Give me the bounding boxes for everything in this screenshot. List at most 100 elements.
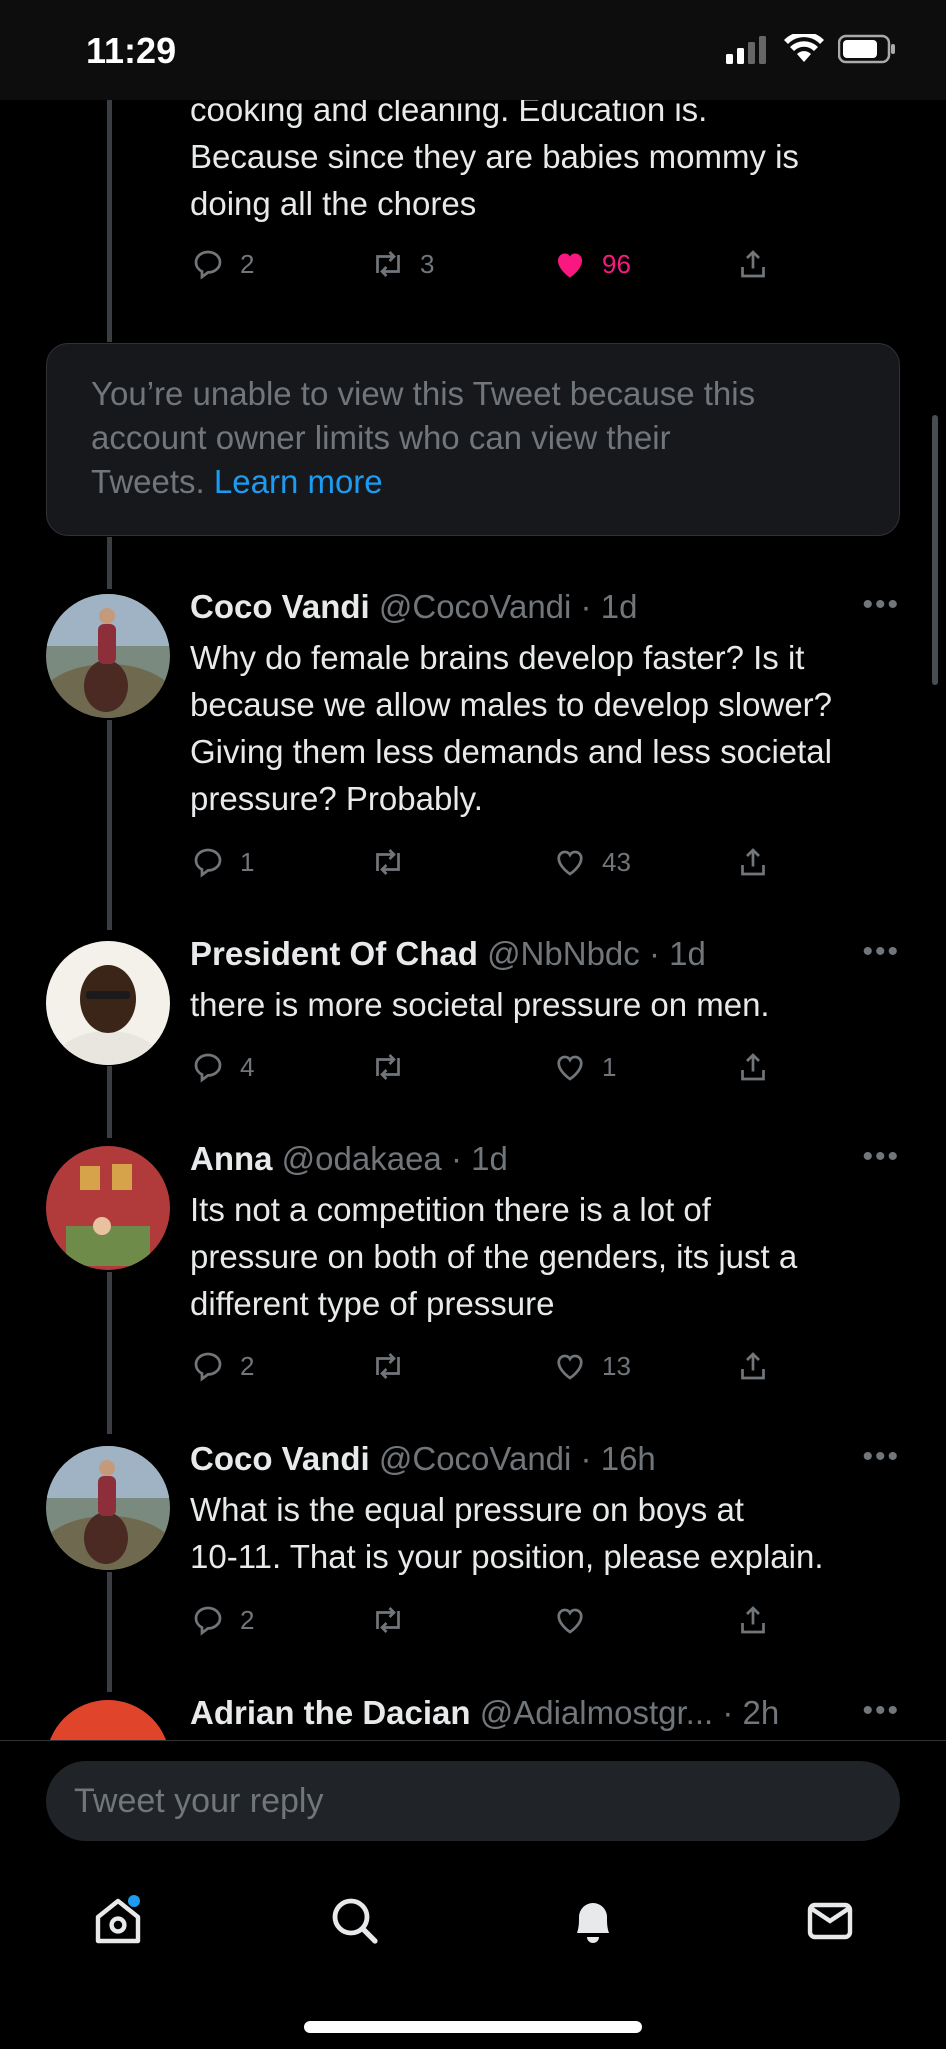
retweet-icon: [376, 1607, 400, 1633]
avatar[interactable]: [46, 1700, 170, 1740]
reply-button[interactable]: 2: [190, 1600, 254, 1640]
avatar-painting-image: [46, 1146, 170, 1270]
timestamp: 1d: [600, 588, 638, 625]
reply-icon: [194, 848, 222, 878]
tab-bar: [0, 1891, 946, 1971]
avatar-horse-rider-image: [46, 1446, 170, 1570]
tweet-text: Why do female brains develop faster? Is …: [190, 639, 833, 817]
search-icon: [332, 1898, 378, 1944]
tweet-text: Its not a competition there is a lot of …: [190, 1191, 798, 1322]
heart-icon: [557, 850, 583, 876]
avatar-portrait-image: [46, 941, 170, 1065]
like-button[interactable]: 96: [552, 244, 631, 284]
reply-button[interactable]: 1: [190, 842, 254, 882]
retweet-icon: [376, 1054, 400, 1080]
share-button[interactable]: [735, 1047, 771, 1087]
avatar[interactable]: [46, 1146, 170, 1270]
heart-filled-icon: [558, 253, 582, 278]
tab-search[interactable]: [325, 1891, 385, 1951]
share-icon: [741, 1053, 765, 1081]
username[interactable]: @Adialmostgr...: [480, 1694, 713, 1731]
status-icons: [726, 34, 896, 64]
timestamp: 2h: [742, 1694, 780, 1731]
timestamp: 1d: [669, 935, 706, 972]
avatar[interactable]: [46, 941, 170, 1065]
more-options-button[interactable]: •••: [862, 935, 900, 969]
tweet-header: Coco Vandi @CocoVandi · 16h: [190, 1440, 656, 1477]
reply-icon: [194, 1606, 222, 1636]
home-indicator: [304, 2021, 642, 2033]
tweet-text: cooking and cleaning. Education is. Beca…: [190, 91, 799, 222]
retweet-button[interactable]: [370, 1600, 406, 1640]
like-button[interactable]: 43: [552, 842, 631, 882]
retweet-button[interactable]: [370, 842, 406, 882]
display-name[interactable]: Coco Vandi: [190, 588, 370, 625]
tweet-header: Adrian the Dacian @Adialmostgr... · 2h: [190, 1694, 780, 1731]
display-name[interactable]: Coco Vandi: [190, 1440, 370, 1477]
tweet-text: there is more societal pressure on men.: [190, 986, 770, 1023]
tab-home[interactable]: [88, 1891, 148, 1951]
reply-icon: [194, 1352, 222, 1382]
share-button[interactable]: [735, 1346, 771, 1386]
avatar[interactable]: [46, 594, 170, 718]
tweet[interactable]: Adrian the Dacian @Adialmostgr... · 2h •…: [0, 1694, 946, 1740]
display-name[interactable]: President Of Chad: [190, 935, 478, 972]
retweet-button[interactable]: [370, 1047, 406, 1087]
more-options-button[interactable]: •••: [862, 1440, 900, 1474]
thread-line: [107, 1572, 112, 1692]
share-button[interactable]: [735, 1600, 771, 1640]
tweet-actions: 2 13: [190, 1346, 790, 1386]
display-name[interactable]: Anna: [190, 1140, 273, 1177]
share-button[interactable]: [735, 842, 771, 882]
avatar[interactable]: [46, 1446, 170, 1570]
retweet-icon: [376, 251, 400, 277]
reply-button[interactable]: 4: [190, 1047, 254, 1087]
share-icon: [741, 848, 765, 876]
status-bar: 11:29: [0, 0, 946, 100]
username[interactable]: @NbNbdc: [487, 935, 640, 972]
signal-icon: [726, 36, 766, 64]
share-icon: [741, 250, 765, 278]
share-button[interactable]: [735, 244, 771, 284]
username[interactable]: @odakaea: [282, 1140, 442, 1177]
timestamp: 1d: [471, 1140, 508, 1177]
wifi-icon: [784, 34, 824, 62]
more-options-button[interactable]: •••: [862, 588, 900, 622]
retweet-button[interactable]: 3: [370, 244, 434, 284]
heart-icon: [557, 1055, 583, 1081]
bottom-area: Tweet your reply: [0, 1740, 946, 2049]
thread-line: [107, 100, 112, 342]
tweet-header: Anna @odakaea · 1d: [190, 1140, 508, 1177]
like-button[interactable]: [552, 1600, 588, 1640]
share-icon: [741, 1606, 765, 1634]
reply-button[interactable]: 2: [190, 244, 254, 284]
learn-more-link[interactable]: Learn more: [214, 463, 383, 500]
status-time: 11:29: [86, 30, 177, 71]
home-icon: [95, 1895, 141, 1944]
thread-line: [107, 1066, 112, 1138]
reply-input[interactable]: Tweet your reply: [46, 1761, 900, 1841]
tab-notifications[interactable]: [563, 1891, 623, 1951]
thread-line: [107, 720, 112, 930]
like-button[interactable]: 1: [552, 1047, 616, 1087]
protected-tweet-notice: You’re unable to view this Tweet because…: [46, 343, 900, 536]
thread-line: [107, 1272, 112, 1434]
tweet-actions: 2 3 96: [190, 244, 790, 284]
battery-icon: [838, 34, 895, 64]
like-button[interactable]: 13: [552, 1346, 631, 1386]
messages-icon: [807, 1902, 853, 1940]
reply-button[interactable]: 2: [190, 1346, 254, 1386]
tweet-text: What is the equal pressure on boys at 10…: [190, 1491, 824, 1575]
more-options-button[interactable]: •••: [862, 1140, 900, 1174]
notifications-icon: [577, 1903, 609, 1943]
username[interactable]: @CocoVandi: [379, 1440, 572, 1477]
tweet-actions: 4 1: [190, 1047, 790, 1087]
scrollbar[interactable]: [932, 415, 938, 685]
more-options-button[interactable]: •••: [862, 1694, 900, 1728]
retweet-icon: [376, 849, 400, 875]
tab-messages[interactable]: [800, 1891, 860, 1951]
tweet-header: Coco Vandi @CocoVandi · 1d: [190, 588, 638, 625]
retweet-button[interactable]: [370, 1346, 406, 1386]
username[interactable]: @CocoVandi: [379, 588, 572, 625]
display-name[interactable]: Adrian the Dacian: [190, 1694, 471, 1731]
